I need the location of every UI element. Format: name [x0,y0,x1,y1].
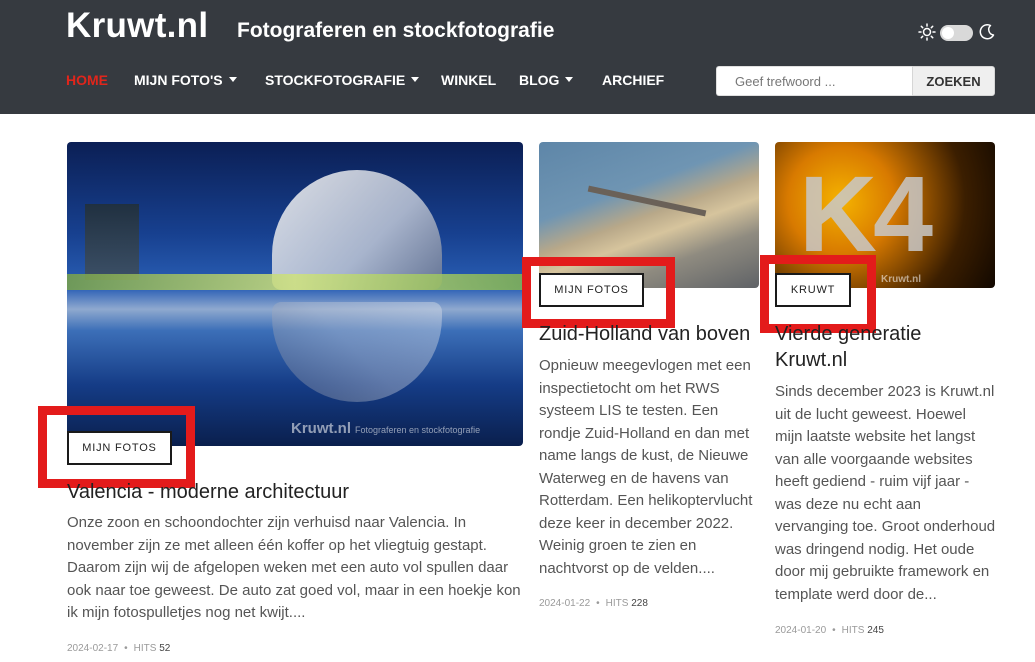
watermark-text: Kruwt.nl [291,420,351,437]
site-header: Kruwt.nl Fotograferen en stockfotografie… [0,0,1035,114]
search-input[interactable] [716,66,912,96]
image-shape [272,302,442,402]
site-logo[interactable]: Kruwt.nl [66,6,208,46]
hits-label: HITS [605,598,629,609]
nav-item-archief[interactable]: ARCHIEF [602,72,664,88]
article-title[interactable]: Vierde generatie Kruwt.nl [775,321,995,373]
image-lettering: K4 [799,153,933,274]
nav-item-stockfotografie[interactable]: STOCKFOTOGRAFIE [265,72,420,88]
separator-dot: • [832,625,836,636]
article-title[interactable]: Valencia - moderne architectuur [67,479,523,505]
article-date: 2024-02-17 [67,643,119,654]
separator-dot: • [124,643,128,654]
switch-knob [942,27,954,39]
article-meta: 2024-01-20 • HITS 245 [775,625,884,636]
chevron-down-icon [411,76,420,82]
nav-label: STOCKFOTOGRAFIE [265,72,406,88]
chevron-down-icon [565,76,574,82]
article-meta: 2024-01-22 • HITS 228 [539,598,648,609]
hits-count: 245 [867,625,884,636]
article-date: 2024-01-20 [775,625,827,636]
image-shape [587,185,707,217]
dark-mode-switch[interactable] [940,25,973,41]
theme-toggle[interactable] [918,22,998,44]
sun-icon [918,23,936,41]
nav-label: HOME [66,72,108,88]
nav-label: ARCHIEF [602,72,665,88]
category-badge[interactable]: MIJN FOTOS [539,273,644,307]
nav-item-home[interactable]: HOME [66,72,108,88]
nav-item-blog[interactable]: BLOG [519,72,574,88]
hits-label: HITS [133,643,157,654]
article-intro: Onze zoon en schoondochter zijn verhuisd… [67,514,521,621]
site-tagline: Fotograferen en stockfotografie [237,19,555,42]
article-image-valencia[interactable]: Kruwt.nl Fotograferen en stockfotografie [67,142,523,446]
article-image-zuid-holland[interactable] [539,142,759,288]
article-intro: Sinds december 2023 is Kruwt.nl uit de l… [775,383,996,603]
image-shape [272,170,442,290]
article-title[interactable]: Zuid-Holland van boven [539,321,759,347]
nav-item-winkel[interactable]: WINKEL [441,72,496,88]
article-image-k4[interactable]: K4 Kruwt.nl [775,142,995,288]
chevron-down-icon [228,76,237,82]
category-badge[interactable]: KRUWT [775,273,851,307]
image-watermark: Kruwt.nl [881,274,921,285]
nav-label: WINKEL [441,72,497,88]
watermark-subtext: Fotograferen en stockfotografie [355,425,481,435]
search-button[interactable]: ZOEKEN [912,66,995,96]
moon-icon [979,24,995,40]
separator-dot: • [596,598,600,609]
hits-count: 52 [159,643,171,654]
hits-count: 228 [631,598,648,609]
nav-label: MIJN FOTO'S [134,72,223,88]
hits-label: HITS [841,625,865,636]
article-intro: Opnieuw meegevlogen met een inspectietoc… [539,357,753,577]
article-meta: 2024-02-17 • HITS 52 [67,643,170,654]
image-shape [85,204,139,280]
nav-item-mijn-fotos[interactable]: MIJN FOTO'S [134,72,237,88]
search-form: ZOEKEN [716,66,995,96]
image-watermark: Kruwt.nl Fotograferen en stockfotografie [291,420,480,437]
article-date: 2024-01-22 [539,598,591,609]
nav-label: BLOG [519,72,560,88]
category-badge[interactable]: MIJN FOTOS [67,431,172,465]
image-shape [67,274,523,290]
